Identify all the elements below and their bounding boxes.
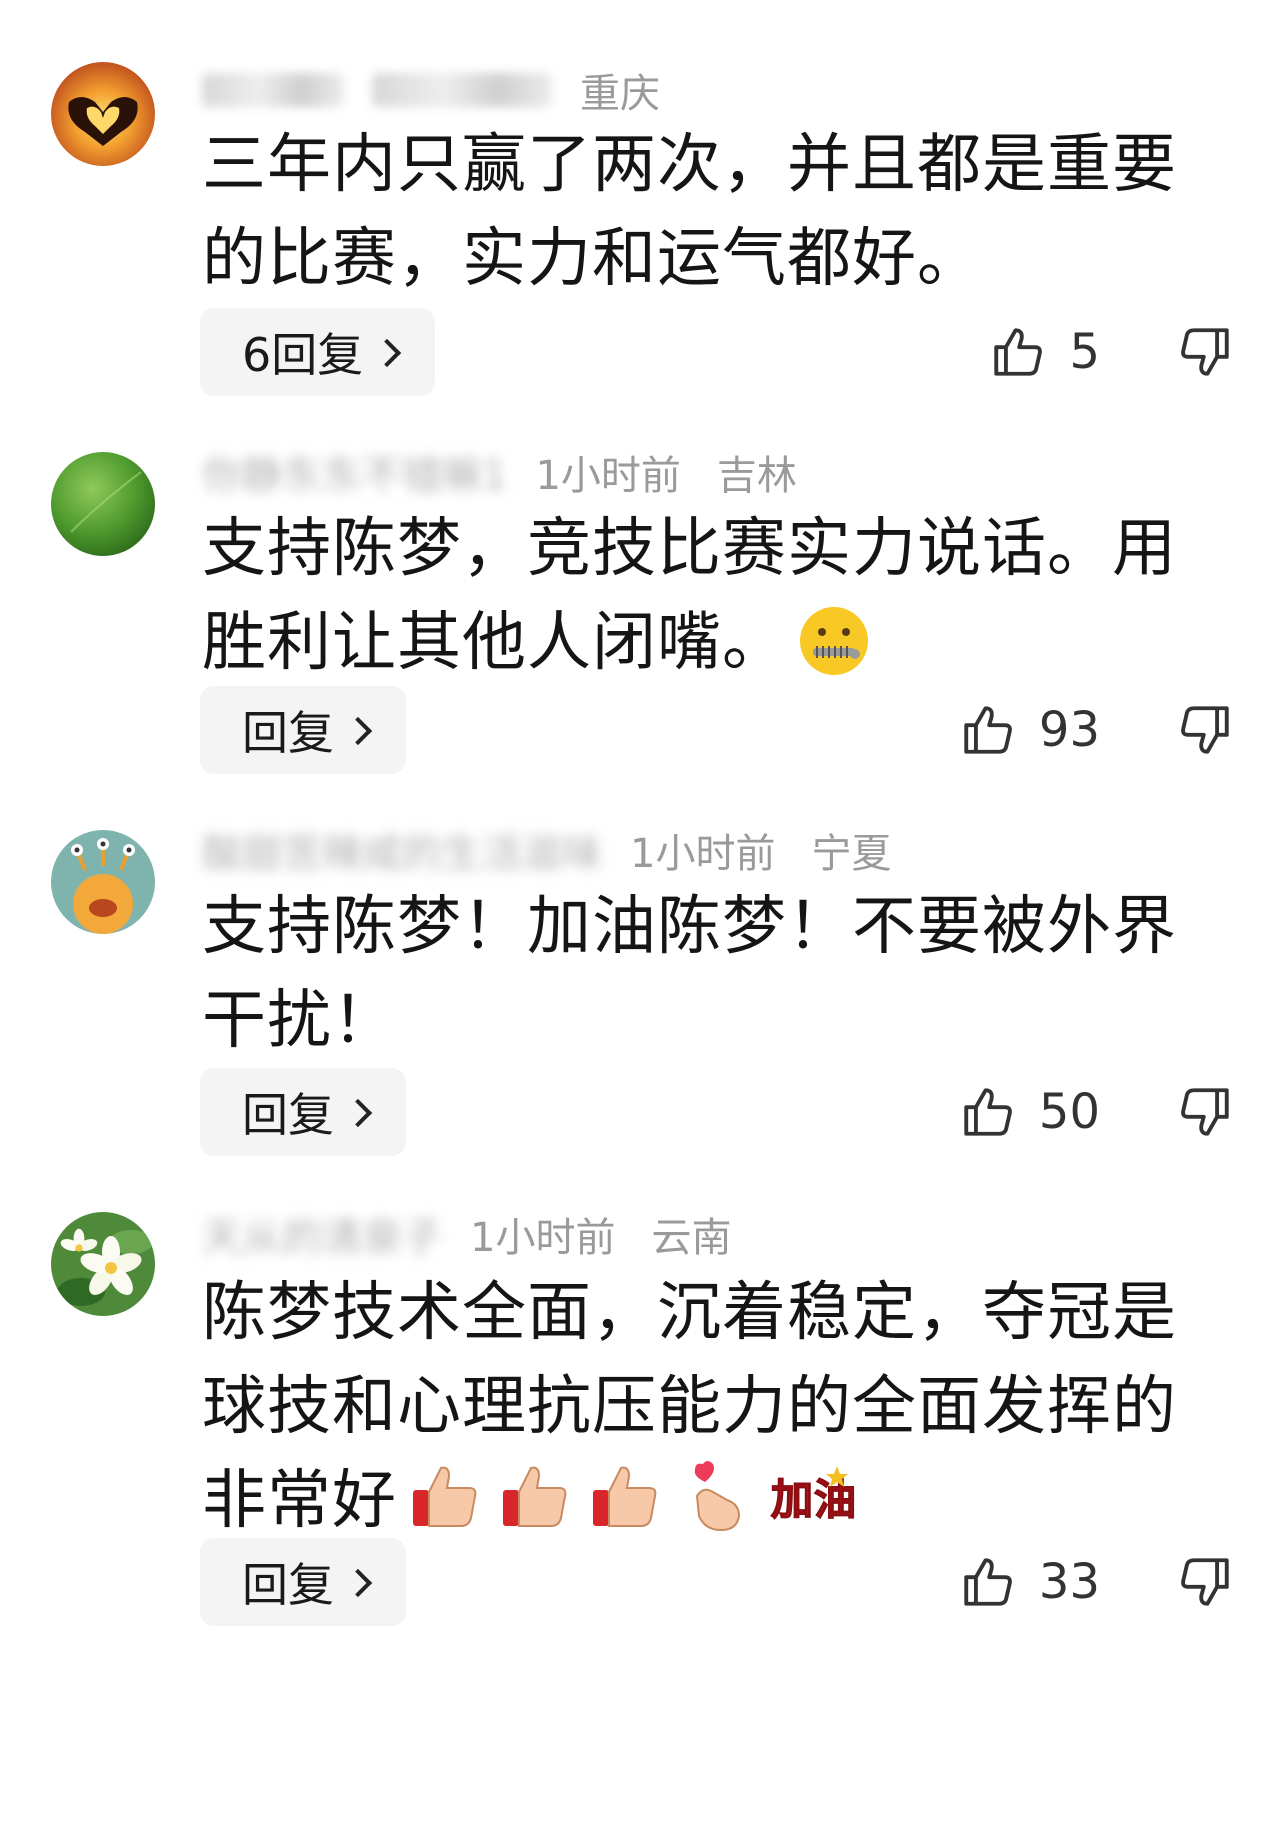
thumbs-up-icon xyxy=(964,1088,1012,1136)
comment-line-text: 非常好 xyxy=(202,1464,397,1538)
avatar[interactable] xyxy=(51,1212,155,1316)
like-count: 33 xyxy=(1038,1554,1100,1610)
location-label: 宁夏 xyxy=(811,831,892,877)
username[interactable]: 天从的清泉子 xyxy=(202,1205,442,1263)
thumbs-down-icon xyxy=(1181,1558,1229,1606)
zipper-mouth-face-icon xyxy=(797,604,871,704)
reply-label: 回复 xyxy=(242,1558,334,1612)
like-button[interactable]: 5 xyxy=(989,308,1100,396)
location-label: 重庆 xyxy=(580,71,660,117)
like-count: 5 xyxy=(1069,324,1100,380)
dislike-button[interactable] xyxy=(1176,308,1234,396)
like-count: 93 xyxy=(1038,702,1100,758)
comment-text: 三年内只赢了两次，并且都是重要 的比赛，实力和运气都好。 xyxy=(202,118,1262,306)
finger-heart-icon xyxy=(677,1456,757,1562)
like-count: 50 xyxy=(1038,1084,1100,1140)
timestamp: 1小时前 xyxy=(470,1215,616,1261)
comment-line: 球技和心理抗压能力的全面发挥的 xyxy=(202,1370,1177,1444)
like-button[interactable]: 33 xyxy=(959,1538,1100,1626)
reply-button[interactable]: 回复 xyxy=(200,686,406,774)
comment-line: 的比赛，实力和运气都好。 xyxy=(202,222,982,296)
dislike-button[interactable] xyxy=(1176,1538,1234,1626)
comment-text: 支持陈梦，竞技比赛实力说话。用 胜利让其他人闭嘴。 xyxy=(202,502,1262,704)
chevron-right-icon xyxy=(373,338,402,368)
reply-button[interactable]: 回复 xyxy=(200,1538,406,1626)
chevron-right-icon xyxy=(343,1568,373,1598)
location-label: 云南 xyxy=(651,1215,732,1261)
comment-text: 陈梦技术全面，沉着稳定，夺冠是 球技和心理抗压能力的全面发挥的 非常好 加油 xyxy=(202,1266,1262,1562)
comment-line: 支持陈梦，竞技比赛实力说话。用 xyxy=(202,512,1177,586)
heart-hands-sunset-icon xyxy=(51,62,155,166)
thumbs-down-icon xyxy=(1181,706,1229,754)
avatar[interactable] xyxy=(51,62,155,166)
username-blur xyxy=(202,73,344,107)
white-flower-icon xyxy=(51,1212,155,1316)
sticker-label: 加油 xyxy=(771,1475,857,1524)
thumbs-up-icon xyxy=(964,1558,1012,1606)
comment-meta: 天从的清泉子 1小时前 云南 xyxy=(202,1206,731,1262)
thumbs-up-icon xyxy=(994,328,1043,376)
comment-line: 干扰！ xyxy=(202,984,397,1058)
reply-label: 回复 xyxy=(242,1088,334,1142)
comment-meta: 重庆 xyxy=(202,62,660,118)
dislike-button[interactable] xyxy=(1176,1068,1234,1156)
chevron-right-icon xyxy=(343,716,373,746)
comment-meta: 你静东东不错嘛1 1小时前 吉林 xyxy=(202,444,797,500)
reply-label: 回复 xyxy=(242,706,334,760)
timestamp: 1小时前 xyxy=(535,453,681,499)
like-button[interactable]: 93 xyxy=(959,686,1100,774)
jiayou-sticker-icon: 加油 xyxy=(767,1456,857,1562)
avatar[interactable] xyxy=(51,830,155,934)
thumbs-up-icon xyxy=(587,1456,667,1562)
dislike-button[interactable] xyxy=(1176,686,1234,774)
avatar[interactable] xyxy=(51,452,155,556)
comment-line: 支持陈梦！加油陈梦！不要被外界 xyxy=(202,890,1177,964)
timestamp: 1小时前 xyxy=(630,831,776,877)
location-label: 吉林 xyxy=(716,453,797,499)
reply-button[interactable]: 回复 xyxy=(200,1068,406,1156)
thumbs-up-icon xyxy=(407,1456,487,1562)
chevron-right-icon xyxy=(343,1098,373,1128)
thumbs-down-icon xyxy=(1181,328,1229,376)
like-button[interactable]: 50 xyxy=(959,1068,1100,1156)
thumbs-down-icon xyxy=(1181,1088,1229,1136)
username-blur xyxy=(372,73,552,107)
comment-line: 陈梦技术全面，沉着稳定，夺冠是 xyxy=(202,1276,1177,1350)
reply-button[interactable]: 6回复 xyxy=(200,308,436,396)
reply-label: 6回复 xyxy=(242,328,364,382)
thumbs-up-icon xyxy=(497,1456,577,1562)
username[interactable]: 你静东东不错嘛1 xyxy=(202,443,507,501)
comment-line: 三年内只赢了两次，并且都是重要 xyxy=(202,128,1177,202)
comment-list: 重庆 三年内只赢了两次，并且都是重要 的比赛，实力和运气都好。 6回复 5 你静… xyxy=(0,0,1286,1835)
orange-monster-icon xyxy=(51,830,155,934)
username[interactable]: 酸甜苦辣咸的生活滋味 xyxy=(202,821,602,879)
comment-line-text: 胜利让其他人闭嘴。 xyxy=(202,606,787,680)
green-leaf-icon xyxy=(51,452,155,556)
comment-meta: 酸甜苦辣咸的生活滋味 1小时前 宁夏 xyxy=(202,822,891,878)
thumbs-up-icon xyxy=(964,706,1012,754)
comment-text: 支持陈梦！加油陈梦！不要被外界 干扰！ xyxy=(202,880,1262,1068)
